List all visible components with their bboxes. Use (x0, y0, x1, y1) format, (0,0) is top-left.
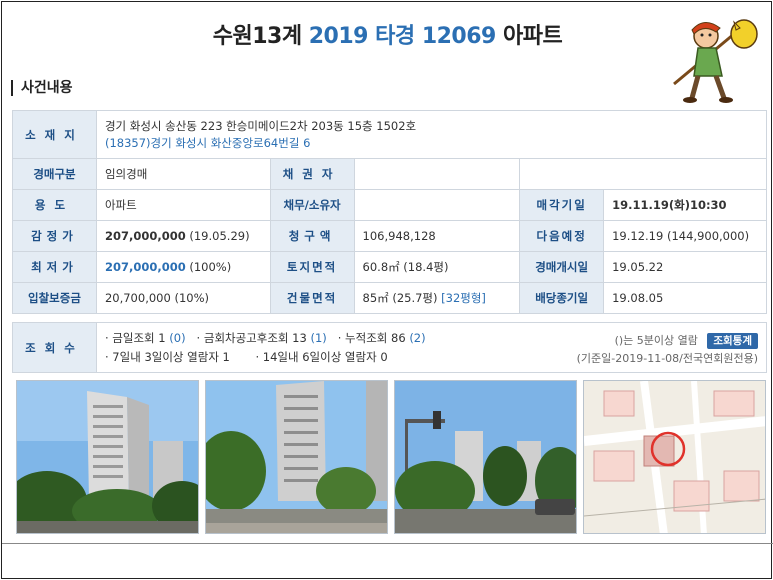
section-title: 사건내용 (11, 80, 73, 96)
total-views-label: · 누적조회 (337, 330, 388, 345)
court-number: 수원13계 (212, 24, 302, 49)
views-note-box: ()는 5분이상 열람 조회통계 (기준일-2019-11-08/전국연회원전용… (577, 332, 758, 368)
minimum-percent: (100%) (189, 260, 232, 274)
case-number: 12069 (421, 24, 497, 49)
address-road-link[interactable]: (18357)경기 화성시 화산중앙로64번길 6 (105, 135, 758, 152)
location-value: 경기 화성시 송산동 223 한승미메이드2차 203동 15층 1502호 (… (95, 110, 768, 159)
sale-date-value: 19.11.19(화)10:30 (603, 189, 767, 221)
dividend-deadline-value: 19.08.05 (603, 282, 767, 314)
traveler-mascot-icon (664, 14, 764, 104)
label-appraisal: 감정가 (12, 220, 97, 252)
label-land-area: 토지면적 (269, 251, 355, 283)
street-photo[interactable] (394, 380, 577, 534)
today-views-label: · 금일조회 (105, 330, 155, 345)
notice-views-sub: (1) (310, 330, 327, 345)
auction-start-value: 19.05.22 (603, 251, 767, 283)
page-frame: 수원13계 2019 타경 12069 아파트 사건내용 소재지 경기 화성시 … (1, 1, 773, 579)
appraisal-date: (19.05.29) (189, 229, 250, 243)
notice-views-label: · 금회차공고후조회 (196, 330, 289, 345)
case-title: 수원13계 2019 타경 12069 아파트 (2, 18, 773, 50)
deposit-value: 20,700,000 (10%) (95, 282, 271, 314)
building-photo-1[interactable] (16, 380, 199, 534)
address-main: 경기 화성시 송산동 223 한승미메이드2차 203동 15층 1502호 (104, 118, 417, 133)
label-auction-start: 경매개시일 (519, 251, 605, 283)
empty-cell (519, 158, 767, 190)
usage-value: 아파트 (95, 189, 271, 221)
label-deposit: 입찰보증금 (12, 282, 97, 314)
property-type: 아파트 (503, 24, 563, 49)
building-area: 85㎡ (25.7평) (362, 291, 438, 305)
appraisal-amount: 207,000,000 (104, 229, 186, 243)
case-type: 타경 (375, 24, 415, 49)
stats-button[interactable]: 조회통계 (707, 333, 758, 349)
appraisal-value: 207,000,000 (19.05.29) (95, 220, 271, 252)
views-value: · 금일조회 1 (0) · 금회차공고후조회 13 (1) · 누적조회 86… (96, 322, 767, 373)
notice-views-count: 13 (292, 330, 307, 345)
label-next-schedule: 다음예정 (519, 220, 605, 252)
views-note: ()는 5분이상 열람 (614, 334, 698, 347)
claim-value: 106,948,128 (353, 220, 521, 252)
building-photo-2[interactable] (205, 380, 388, 534)
label-minimum-price: 최저가 (12, 251, 97, 283)
label-views: 조회수 (12, 322, 97, 373)
views-reference: (기준일-2019-11-08/전국연회원전용) (576, 352, 758, 365)
label-usage: 용도 (12, 189, 97, 221)
label-building-area: 건물면적 (269, 282, 355, 314)
label-debtor-owner: 채무/소유자 (269, 189, 355, 221)
label-location: 소재지 (12, 110, 97, 159)
label-auction-type: 경매구분 (12, 158, 97, 190)
divider (2, 543, 773, 544)
label-dividend-deadline: 배당종기일 (519, 282, 605, 314)
total-views-count: 86 (391, 330, 406, 345)
case-year: 2019 (308, 24, 369, 49)
location-map[interactable] (583, 380, 766, 534)
label-sale-date: 매각기일 (519, 189, 605, 221)
building-area-pyeong-link[interactable]: [32평형] (441, 291, 486, 305)
creditor-value (353, 158, 521, 190)
next-schedule-value: 19.12.19 (144,900,000) (603, 220, 767, 252)
view-count-table: 조회수 · 금일조회 1 (0) · 금회차공고후조회 13 (1) · 누적조… (12, 322, 767, 373)
photo-gallery (16, 380, 766, 534)
today-views-count: 1 (158, 330, 166, 345)
case-info-table: 소재지 경기 화성시 송산동 223 한승미메이드2차 203동 15층 150… (12, 110, 768, 314)
auction-type-value: 임의경매 (95, 158, 271, 190)
minimum-amount: 207,000,000 (104, 260, 186, 274)
minimum-price-value: 207,000,000 (100%) (95, 251, 271, 283)
total-views-sub: (2) (409, 330, 426, 345)
debtor-owner-value (353, 189, 521, 221)
label-creditor: 채권자 (269, 158, 355, 190)
land-area-value: 60.8㎡ (18.4평) (353, 251, 521, 283)
label-claim: 청구액 (269, 220, 355, 252)
building-area-value: 85㎡ (25.7평) [32평형] (353, 282, 521, 314)
today-views-sub: (0) (169, 330, 186, 345)
